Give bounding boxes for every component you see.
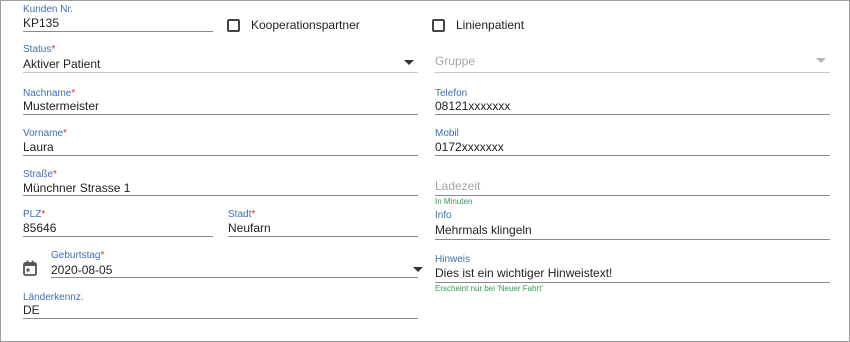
city-value[interactable]: Neufarn (228, 221, 271, 235)
group-placeholder: Gruppe (435, 54, 476, 68)
loading-time-underline (435, 195, 830, 196)
zip-underline (23, 236, 213, 237)
phone-label: Telefon (435, 88, 468, 99)
city-underline (228, 236, 418, 237)
last-name-label: Nachname* (23, 88, 76, 99)
last-name-underline (23, 114, 418, 115)
zip-field[interactable]: PLZ* 85646 (23, 209, 213, 237)
status-label: Status* (23, 44, 56, 55)
last-name-value[interactable]: Mustermeister (23, 99, 99, 113)
status-underline (23, 72, 418, 73)
city-field[interactable]: Stadt* Neufarn (228, 209, 418, 237)
cooperation-partner-label[interactable]: Kooperationspartner (251, 18, 360, 32)
loading-time-hint: In Minuten (435, 197, 473, 206)
birthday-label: Geburtstag* (51, 250, 105, 261)
note-hint: Erscheint nur bei 'Neuer Fahrt' (435, 284, 543, 293)
country-code-value[interactable]: DE (23, 303, 40, 317)
line-patient-checkbox[interactable] (432, 19, 445, 32)
note-value[interactable]: Dies ist ein wichtiger Hinweistext! (435, 266, 612, 280)
status-select[interactable]: Status* Aktiver Patient (23, 44, 418, 73)
birthday-underline (51, 277, 418, 278)
street-value[interactable]: Münchner Strasse 1 (23, 181, 130, 195)
last-name-required-mark: * (71, 88, 76, 99)
zip-required-mark: * (41, 209, 46, 220)
country-code-label: Länderkennz. (23, 292, 84, 303)
city-label: Stadt* (228, 209, 256, 220)
note-underline (435, 282, 830, 283)
info-label: Info (435, 210, 452, 221)
info-field[interactable]: Info Mehrmals klingeln (435, 210, 830, 240)
calendar-icon-graphic (23, 260, 37, 276)
first-name-required-mark: * (63, 128, 67, 139)
street-underline (23, 195, 418, 196)
group-select[interactable]: Gruppe (435, 44, 830, 73)
phone-underline (435, 114, 830, 115)
status-required-mark: * (51, 44, 56, 55)
mobile-value[interactable]: 0172xxxxxxx (435, 140, 504, 154)
info-underline (435, 239, 830, 240)
customer-form: Kunden Nr. KP135 Kooperationspartner Lin… (0, 0, 850, 342)
phone-value[interactable]: 08121xxxxxxx (435, 99, 510, 113)
street-required-mark: * (53, 169, 57, 180)
birthday-required-mark: * (100, 250, 105, 261)
customer-number-field[interactable]: Kunden Nr. KP135 (23, 4, 213, 32)
status-value: Aktiver Patient (23, 57, 101, 71)
customer-number-underline (23, 31, 213, 32)
group-underline (435, 72, 830, 73)
cooperation-partner-checkbox[interactable] (227, 19, 240, 32)
country-code-field[interactable]: Länderkennz. DE (23, 292, 418, 319)
birthday-value[interactable]: 2020-08-05 (51, 263, 112, 277)
group-dropdown-arrow-icon[interactable] (816, 58, 826, 63)
mobile-label: Mobil (435, 128, 459, 139)
loading-time-placeholder: Ladezeit (435, 179, 481, 193)
first-name-underline (23, 155, 418, 156)
street-label: Straße* (23, 169, 57, 180)
info-value[interactable]: Mehrmals klingeln (435, 223, 532, 237)
status-dropdown-arrow-icon[interactable] (404, 60, 414, 65)
line-patient-label[interactable]: Linienpatient (456, 18, 524, 32)
first-name-label: Vorname* (23, 128, 67, 139)
zip-label: PLZ* (23, 209, 46, 220)
last-name-field[interactable]: Nachname* Mustermeister (23, 88, 418, 115)
note-label: Hinweis (435, 254, 471, 265)
zip-value[interactable]: 85646 (23, 221, 56, 235)
customer-number-value[interactable]: KP135 (23, 16, 59, 30)
mobile-underline (435, 155, 830, 156)
birthday-dropdown-arrow-icon[interactable] (413, 267, 423, 272)
birthday-select[interactable]: Geburtstag* 2020-08-05 (51, 250, 423, 278)
calendar-icon[interactable] (23, 260, 37, 281)
loading-time-field[interactable]: Ladezeit In Minuten (435, 169, 830, 207)
customer-number-label: Kunden Nr. (23, 4, 74, 15)
first-name-value[interactable]: Laura (23, 140, 54, 154)
note-field[interactable]: Hinweis Dies ist ein wichtiger Hinweiste… (435, 254, 830, 294)
street-field[interactable]: Straße* Münchner Strasse 1 (23, 169, 418, 196)
first-name-field[interactable]: Vorname* Laura (23, 128, 418, 156)
city-required-mark: * (251, 209, 256, 220)
country-code-underline (23, 318, 418, 319)
phone-field[interactable]: Telefon 08121xxxxxxx (435, 88, 830, 115)
mobile-field[interactable]: Mobil 0172xxxxxxx (435, 128, 830, 156)
